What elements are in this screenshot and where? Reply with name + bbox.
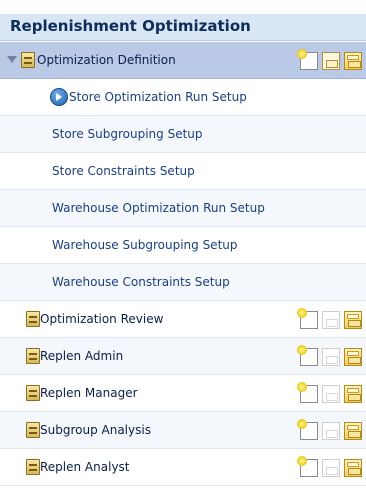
tree-item-store-subgrouping-setup[interactable]: Store Subgrouping Setup xyxy=(0,116,366,153)
folder-icon[interactable] xyxy=(344,348,362,366)
replenishment-optimization-panel: Replenishment Optimization Optimization … xyxy=(0,0,366,498)
panel-title: Replenishment Optimization xyxy=(10,17,251,35)
tree-item-warehouse-optimization-run-setup[interactable]: Warehouse Optimization Run Setup xyxy=(0,190,366,227)
open-workbook-icon[interactable] xyxy=(322,52,340,70)
new-workbook-icon[interactable] xyxy=(297,345,318,366)
tree-item-label[interactable]: Store Optimization Run Setup xyxy=(69,90,247,104)
tree-group-replen-manager[interactable]: Replen Manager xyxy=(0,375,366,412)
run-arrow-icon xyxy=(50,88,68,106)
tree-group-label: Subgroup Analysis xyxy=(40,423,151,437)
new-workbook-icon[interactable] xyxy=(297,308,318,329)
open-workbook-icon xyxy=(322,311,340,329)
tree-item-warehouse-constraints-setup[interactable]: Warehouse Constraints Setup xyxy=(0,264,366,301)
tree-item-store-optimization-run-setup[interactable]: Store Optimization Run Setup xyxy=(0,79,366,116)
new-workbook-icon[interactable] xyxy=(297,456,318,477)
open-workbook-icon xyxy=(322,385,340,403)
tree-group-optimization-definition[interactable]: Optimization Definition xyxy=(0,42,366,79)
new-workbook-icon[interactable] xyxy=(297,382,318,403)
tree-item-label[interactable]: Warehouse Constraints Setup xyxy=(52,275,230,289)
tree-group-optimization-review[interactable]: Optimization Review xyxy=(0,301,366,338)
folder-icon[interactable] xyxy=(344,422,362,440)
open-workbook-icon xyxy=(322,459,340,477)
tree-group-label: Optimization Review xyxy=(40,312,164,326)
tree-group-label: Replen Manager xyxy=(40,386,138,400)
folder-icon[interactable] xyxy=(344,311,362,329)
folder-icon[interactable] xyxy=(344,385,362,403)
tree-group-label: Replen Analyst xyxy=(40,460,130,474)
workbook-cabinet-icon xyxy=(26,459,40,475)
tree-group-label: Optimization Definition xyxy=(37,53,176,67)
workbook-cabinet-icon xyxy=(26,348,40,364)
folder-icon[interactable] xyxy=(344,459,362,477)
workbook-cabinet-icon xyxy=(26,422,40,438)
panel-header: Replenishment Optimization xyxy=(0,14,366,41)
tree-item-warehouse-subgrouping-setup[interactable]: Warehouse Subgrouping Setup xyxy=(0,227,366,264)
workbook-cabinet-icon xyxy=(21,52,35,68)
open-workbook-icon xyxy=(322,348,340,366)
tree-group-replen-analyst[interactable]: Replen Analyst xyxy=(0,449,366,486)
tree-item-label[interactable]: Warehouse Subgrouping Setup xyxy=(52,238,238,252)
tree-group-subgroup-analysis[interactable]: Subgroup Analysis xyxy=(0,412,366,449)
tree-item-label[interactable]: Store Subgrouping Setup xyxy=(52,127,203,141)
tree-group-replen-admin[interactable]: Replen Admin xyxy=(0,338,366,375)
expanded-arrow-icon[interactable] xyxy=(7,56,17,63)
workbook-cabinet-icon xyxy=(26,385,40,401)
tree-item-label[interactable]: Store Constraints Setup xyxy=(52,164,195,178)
tree-group-label: Replen Admin xyxy=(40,349,124,363)
new-workbook-icon[interactable] xyxy=(297,419,318,440)
open-workbook-icon xyxy=(322,422,340,440)
folder-icon[interactable] xyxy=(344,52,362,70)
new-workbook-icon[interactable] xyxy=(297,49,318,70)
workbook-cabinet-icon xyxy=(26,311,40,327)
tree-item-store-constraints-setup[interactable]: Store Constraints Setup xyxy=(0,153,366,190)
tree-item-label[interactable]: Warehouse Optimization Run Setup xyxy=(52,201,265,215)
